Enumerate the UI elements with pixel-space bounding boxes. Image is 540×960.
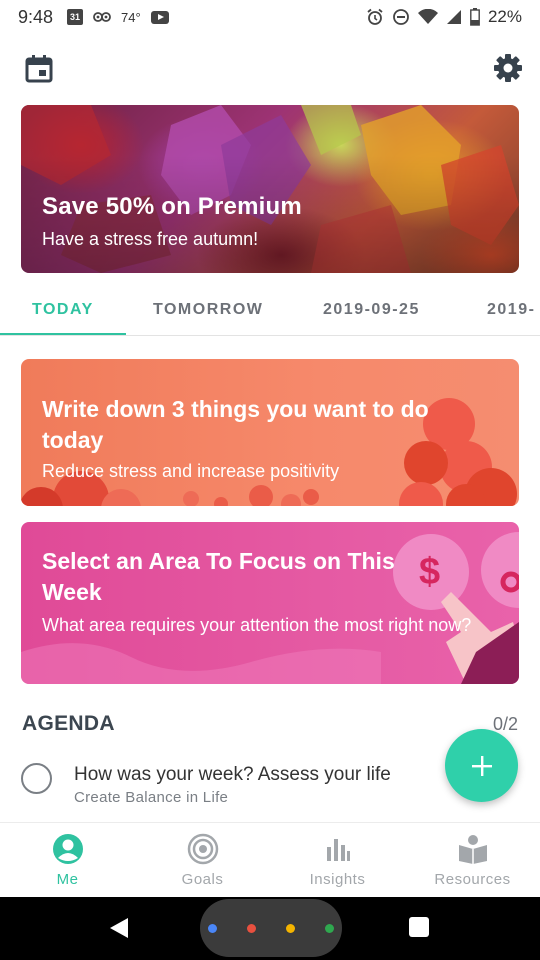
tab-indicator	[0, 333, 126, 335]
assistant-dot-red	[247, 923, 256, 933]
status-bar: 9:48 31 74° 22%	[0, 0, 540, 34]
back-icon[interactable]	[108, 917, 130, 939]
nav-goals[interactable]: Goals	[135, 823, 270, 898]
focus-area-card[interactable]: $ Select an Area To Focus on This Week W…	[21, 522, 519, 684]
target-icon	[187, 833, 218, 865]
status-notification-icons: 31 74°	[67, 9, 169, 25]
youtube-notification-icon	[150, 10, 169, 24]
plus-icon	[471, 755, 492, 776]
promo-subtitle: Have a stress free autumn!	[42, 229, 259, 249]
battery-percent: 22%	[487, 7, 522, 26]
resources-icon	[458, 835, 487, 864]
nav-label: Goals	[181, 871, 224, 888]
nav-label: Resources	[434, 871, 511, 888]
status-system-icons: 22%	[366, 7, 522, 27]
nav-label: Insights	[309, 871, 366, 888]
assistant-dot-blue	[208, 923, 217, 933]
add-button[interactable]	[445, 729, 518, 802]
top-bar	[0, 50, 540, 90]
three-things-card[interactable]: Write down 3 things you want to do today…	[21, 359, 519, 506]
agenda-item-checkbox[interactable]	[21, 763, 52, 794]
tab-2019-09-25[interactable]: 2019-09-25	[323, 290, 420, 334]
promo-title: Save 50% on Premium	[42, 193, 302, 220]
day-tabs: TODAY TOMORROW 2019-09-25 2019-	[0, 290, 540, 336]
gear-icon	[494, 54, 522, 82]
home-button[interactable]	[200, 899, 342, 957]
bottom-navigation: Me Goals Insights Resources	[0, 822, 540, 897]
card-title: Select an Area To Focus on This Week	[42, 548, 395, 605]
agenda-item-subtitle: Create Balance in Life	[74, 789, 229, 806]
calendar-button[interactable]	[24, 54, 54, 84]
tab-next-date[interactable]: 2019-	[487, 290, 535, 334]
nav-me[interactable]: Me	[0, 823, 135, 898]
recent-apps-button[interactable]	[409, 917, 429, 937]
owl-notification-icon	[93, 12, 111, 22]
person-icon	[52, 834, 83, 864]
agenda-item-title: How was your week? Assess your life	[74, 764, 391, 785]
bar-chart-icon	[326, 839, 350, 861]
assistant-dot-yellow	[286, 923, 295, 933]
cell-signal-icon	[446, 10, 461, 24]
battery-icon	[470, 8, 480, 26]
calendar-icon	[25, 55, 53, 83]
system-navigation-bar	[0, 897, 540, 960]
assistant-dot-green	[325, 923, 334, 933]
calendar-notification-icon: 31	[67, 9, 84, 25]
card-subtitle: Reduce stress and increase positivity	[42, 461, 340, 481]
settings-button[interactable]	[492, 52, 524, 84]
agenda-heading: AGENDA	[22, 712, 115, 735]
alarm-icon	[367, 8, 383, 25]
status-time: 9:48	[18, 6, 54, 27]
tab-today[interactable]: TODAY	[32, 290, 94, 334]
nav-resources[interactable]: Resources	[405, 823, 540, 898]
wifi-icon	[417, 9, 438, 24]
temperature-text: 74°	[121, 9, 141, 25]
card-subtitle: What area requires your attention the mo…	[42, 615, 472, 635]
nav-insights[interactable]: Insights	[270, 823, 405, 898]
do-not-disturb-icon	[393, 9, 409, 25]
premium-promo-banner[interactable]: Save 50% on Premium Have a stress free a…	[21, 105, 519, 273]
tab-tomorrow[interactable]: TOMORROW	[153, 290, 263, 334]
card-title: Write down 3 things you want to do today	[42, 396, 429, 453]
nav-label: Me	[56, 871, 79, 888]
